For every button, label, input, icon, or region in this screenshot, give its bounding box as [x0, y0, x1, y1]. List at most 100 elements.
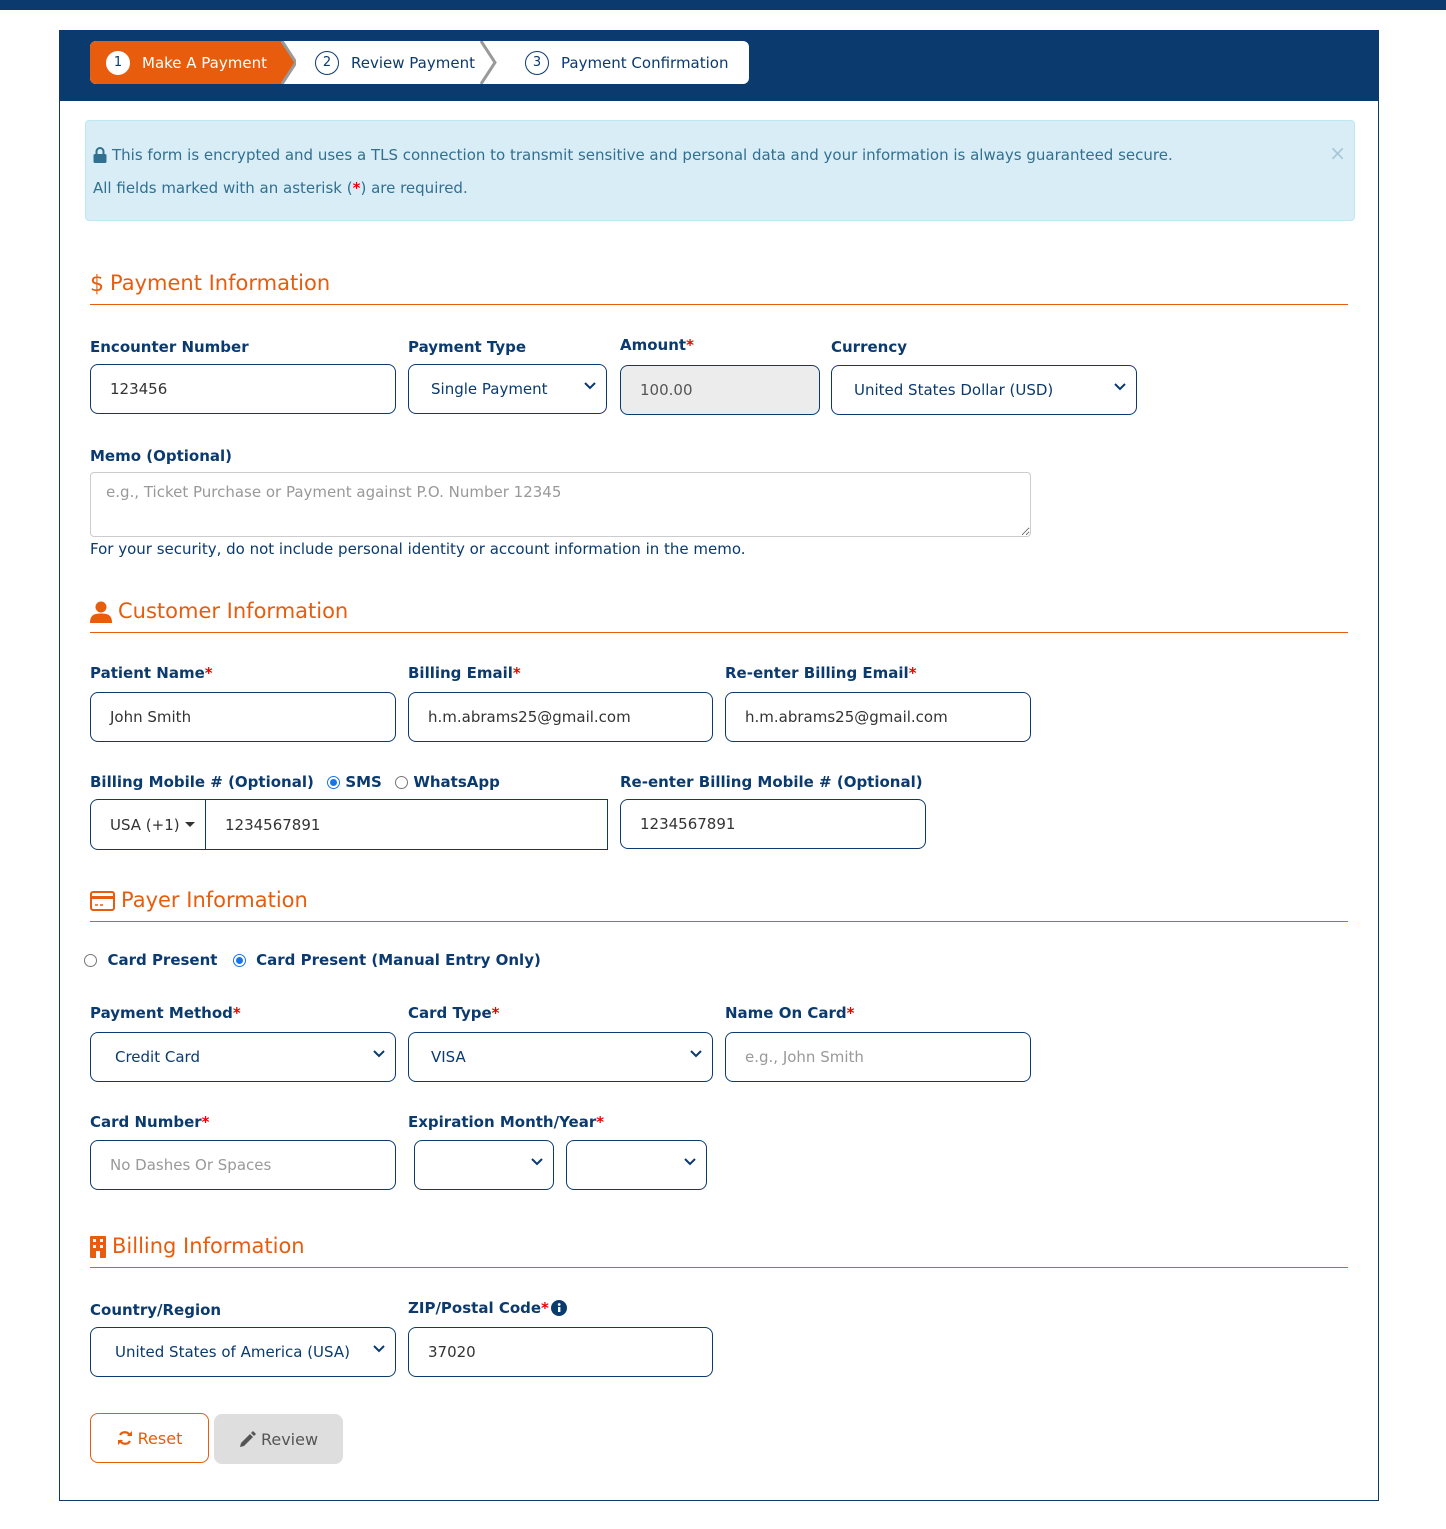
zip-input[interactable]: 37020: [408, 1327, 713, 1377]
amount-input[interactable]: 100.00: [620, 365, 820, 415]
progress-stepper: 1 Make A Payment 2 Review Payment 3 Paym…: [90, 41, 749, 84]
card-number-label: Card Number*: [90, 1113, 210, 1131]
section-title: Customer Information: [118, 599, 349, 623]
required-asterisk: *: [908, 664, 917, 682]
select-value: VISA: [431, 1048, 466, 1066]
label-text: Expiration Month/Year: [408, 1113, 597, 1131]
payment-form-panel: 1 Make A Payment 2 Review Payment 3 Paym…: [59, 30, 1379, 1501]
expiration-year-select[interactable]: [566, 1140, 707, 1190]
reset-button[interactable]: Reset: [90, 1413, 209, 1463]
step-make-payment: 1 Make A Payment: [90, 41, 296, 84]
whatsapp-radio[interactable]: [395, 776, 409, 789]
country-code-dropdown[interactable]: USA (+1): [91, 800, 206, 849]
billing-mobile-label: Billing Mobile # (Optional) SMS WhatsApp: [90, 773, 500, 791]
card-type-select[interactable]: VISA: [408, 1032, 713, 1082]
zip-label: ZIP/Postal Code *: [408, 1299, 567, 1317]
memo-help-text: For your security, do not include person…: [90, 540, 746, 558]
required-asterisk: *: [201, 1113, 210, 1131]
reenter-billing-mobile-input[interactable]: 1234567891: [620, 799, 926, 849]
country-code-value: USA (+1): [110, 815, 180, 834]
top-bar: [0, 0, 1446, 10]
chevron-down-icon: [373, 1050, 385, 1058]
step-label: Make A Payment: [142, 53, 267, 72]
billing-mobile-group: USA (+1) 1234567891: [90, 799, 608, 850]
refresh-icon: [117, 1431, 132, 1445]
section-title: Payment Information: [110, 271, 331, 295]
building-icon: [90, 1234, 106, 1260]
step-label: Review Payment: [351, 53, 475, 72]
select-value: Single Payment: [431, 380, 548, 398]
billing-email-input[interactable]: h.m.abrams25@gmail.com: [408, 692, 713, 742]
alert-text: All fields marked with an asterisk (: [93, 179, 353, 197]
required-asterisk: *: [491, 1004, 500, 1022]
manual-entry-radio[interactable]: [232, 954, 246, 967]
name-on-card-input[interactable]: e.g., John Smith: [725, 1032, 1031, 1082]
panel-header: 1 Make A Payment 2 Review Payment 3 Paym…: [60, 31, 1378, 101]
label-text: Re-enter Billing Email: [725, 664, 909, 682]
review-button[interactable]: Review: [214, 1414, 343, 1464]
info-icon[interactable]: [550, 1300, 567, 1316]
step-number: 2: [315, 50, 339, 75]
alert-text-required: All fields marked with an asterisk (*) a…: [93, 179, 468, 197]
section-title: Payer Information: [121, 888, 308, 912]
chevron-down-icon: [584, 382, 596, 390]
security-alert: This form is encrypted and uses a TLS co…: [85, 120, 1355, 221]
payment-type-select[interactable]: Single Payment: [408, 364, 607, 414]
select-value: United States of America (USA): [115, 1343, 350, 1361]
section-payment-information: $ Payment Information: [90, 271, 1348, 305]
currency-select[interactable]: United States Dollar (USD): [831, 365, 1137, 415]
close-icon[interactable]: ×: [1329, 141, 1346, 165]
reenter-billing-email-input[interactable]: h.m.abrams25@gmail.com: [725, 692, 1031, 742]
chevron-right-icon: [479, 41, 497, 84]
memo-textarea[interactable]: [90, 472, 1031, 537]
pencil-icon: [239, 1430, 256, 1447]
expiration-label: Expiration Month/Year*: [408, 1113, 604, 1131]
dollar-icon: $: [90, 271, 104, 297]
alert-text-security: This form is encrypted and uses a TLS co…: [112, 146, 1173, 164]
country-region-label: Country/Region: [90, 1301, 222, 1319]
reenter-billing-email-label: Re-enter Billing Email*: [725, 664, 917, 682]
manual-entry-option[interactable]: Card Present (Manual Entry Only): [232, 951, 541, 969]
chevron-down-icon: [531, 1158, 543, 1166]
button-label: Review: [260, 1429, 319, 1449]
step-number: 1: [106, 50, 130, 75]
payment-method-select[interactable]: Credit Card: [90, 1032, 396, 1082]
expiration-month-select[interactable]: [414, 1140, 554, 1190]
card-present-option[interactable]: Card Present: [84, 951, 217, 969]
amount-label: Amount*: [620, 336, 694, 354]
memo-label: Memo (Optional): [90, 447, 233, 465]
caret-down-icon: [184, 821, 195, 827]
required-asterisk: *: [232, 1004, 241, 1022]
label-text: Billing Email: [408, 664, 513, 682]
card-mode-radio-group: Card Present Card Present (Manual Entry …: [84, 951, 541, 969]
alert-text: ) are required.: [360, 179, 468, 197]
currency-label: Currency: [831, 338, 908, 356]
card-type-label: Card Type*: [408, 1004, 500, 1022]
step-payment-confirmation: 3 Payment Confirmation: [487, 41, 749, 84]
chevron-down-icon: [1114, 383, 1126, 391]
billing-mobile-input[interactable]: 1234567891: [206, 800, 607, 849]
chevron-down-icon: [373, 1345, 385, 1353]
required-asterisk: *: [846, 1004, 855, 1022]
reenter-billing-mobile-label: Re-enter Billing Mobile # (Optional): [620, 773, 923, 791]
whatsapp-radio-option[interactable]: WhatsApp: [395, 773, 500, 791]
chevron-down-icon: [684, 1158, 696, 1166]
billing-email-label: Billing Email*: [408, 664, 521, 682]
section-title: Billing Information: [112, 1234, 305, 1258]
lock-icon: [93, 147, 107, 163]
name-on-card-label: Name On Card*: [725, 1004, 854, 1022]
patient-name-input[interactable]: John Smith: [90, 692, 396, 742]
encounter-number-label: Encounter Number: [90, 338, 249, 356]
chevron-down-icon: [690, 1050, 702, 1058]
country-region-select[interactable]: United States of America (USA): [90, 1327, 396, 1377]
label-text: Patient Name: [90, 664, 205, 682]
encounter-number-input[interactable]: 123456: [90, 364, 396, 414]
payment-method-label: Payment Method*: [90, 1004, 241, 1022]
sms-radio-option[interactable]: SMS: [327, 773, 382, 791]
card-present-radio[interactable]: [84, 954, 97, 967]
sms-radio[interactable]: [327, 776, 341, 789]
select-value: United States Dollar (USD): [854, 381, 1054, 399]
step-label: Payment Confirmation: [561, 53, 729, 72]
radio-label: WhatsApp: [413, 773, 500, 791]
card-number-input[interactable]: No Dashes Or Spaces: [90, 1140, 396, 1190]
